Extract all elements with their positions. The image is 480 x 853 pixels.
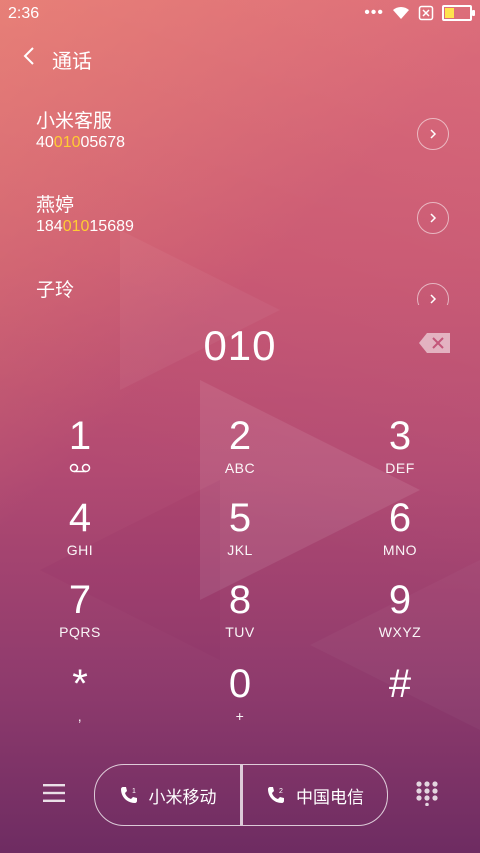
dialed-number: 010 [203, 322, 277, 369]
key-6[interactable]: 6 MNO [340, 494, 460, 574]
key-0[interactable]: 0 + [180, 660, 300, 740]
contact-item[interactable]: 子玲 [0, 275, 480, 305]
call-buttons: 1 小米移动 2 中国电信 [94, 764, 388, 826]
key-digit: 5 [228, 496, 252, 540]
key-digit: 1 [68, 414, 92, 458]
key-letters: + [235, 708, 245, 724]
key-7[interactable]: 7 PQRS [20, 576, 140, 656]
battery-level [445, 8, 455, 18]
back-icon[interactable] [18, 44, 42, 68]
key-digit: 2 [228, 414, 252, 458]
delete-icon[interactable] [418, 332, 452, 354]
sim2-label: 中国电信 [296, 787, 364, 807]
voicemail-icon [69, 463, 91, 473]
contact-name: 燕婷 [36, 195, 75, 216]
call-sim1-button[interactable]: 1 小米移动 [95, 765, 240, 825]
wifi-icon [393, 6, 409, 19]
phone-icon: 1 [120, 787, 137, 803]
contact-number: 4001005678 [36, 134, 125, 151]
key-1[interactable]: 1 [20, 412, 140, 492]
key-hash[interactable]: # [340, 660, 460, 740]
key-5[interactable]: 5 JKL [180, 494, 300, 574]
contact-number: 18401015689 [36, 218, 134, 235]
key-letters: TUV [225, 624, 255, 640]
key-letters: ABC [224, 460, 256, 476]
key-digit: 4 [68, 496, 92, 540]
key-letters: GHI [66, 542, 94, 558]
contact-item[interactable]: 燕婷 18401015689 [0, 190, 480, 260]
key-digit: 8 [228, 578, 252, 622]
header: 通话 [0, 38, 480, 78]
status-bar: 2:36 ••• [0, 0, 480, 28]
contact-item[interactable]: 小米客服 4001005678 [0, 106, 480, 176]
call-sim2-button[interactable]: 2 中国电信 [243, 765, 387, 825]
key-3[interactable]: 3 DEF [340, 412, 460, 492]
phone-icon: 2 [268, 787, 284, 803]
menu-icon[interactable] [42, 782, 66, 804]
key-4[interactable]: 4 GHI [20, 494, 140, 574]
key-digit: 3 [388, 414, 412, 458]
key-digit: 9 [388, 578, 412, 622]
key-letters: , [77, 708, 83, 724]
dialpad-icon[interactable] [414, 780, 440, 806]
key-digit: 6 [388, 496, 412, 540]
page-title: 通话 [52, 51, 92, 73]
key-digit: 7 [68, 578, 92, 622]
more-dots-icon: ••• [364, 4, 384, 21]
chevron-right-icon [430, 129, 437, 139]
svg-text:2: 2 [279, 788, 283, 795]
svg-text:1: 1 [132, 788, 136, 795]
key-star[interactable]: * , [20, 660, 140, 740]
key-letters: PQRS [59, 624, 101, 640]
key-letters: JKL [227, 542, 253, 558]
contact-detail-button[interactable] [417, 202, 449, 234]
key-digit: 0 [228, 662, 252, 706]
status-icons: ••• [364, 4, 475, 22]
key-digit: # [388, 662, 412, 706]
key-2[interactable]: 2 ABC [180, 412, 300, 492]
contact-name: 子玲 [36, 280, 75, 301]
key-letters: WXYZ [378, 624, 422, 640]
contact-detail-button[interactable] [417, 118, 449, 150]
key-8[interactable]: 8 TUV [180, 576, 300, 656]
contact-detail-button[interactable] [417, 283, 449, 305]
key-letters: DEF [385, 460, 415, 476]
chevron-right-icon [430, 213, 437, 223]
key-letters: MNO [382, 542, 418, 558]
status-time: 2:36 [8, 5, 40, 22]
sim1-label: 小米移动 [148, 787, 217, 807]
key-digit: * [72, 662, 88, 706]
no-sim-icon [418, 5, 434, 21]
chevron-right-icon [430, 294, 437, 304]
battery-icon [442, 5, 475, 21]
key-9[interactable]: 9 WXYZ [340, 576, 460, 656]
bottom-bar: 1 小米移动 2 中国电信 [0, 764, 480, 828]
contact-name: 小米客服 [36, 111, 113, 132]
